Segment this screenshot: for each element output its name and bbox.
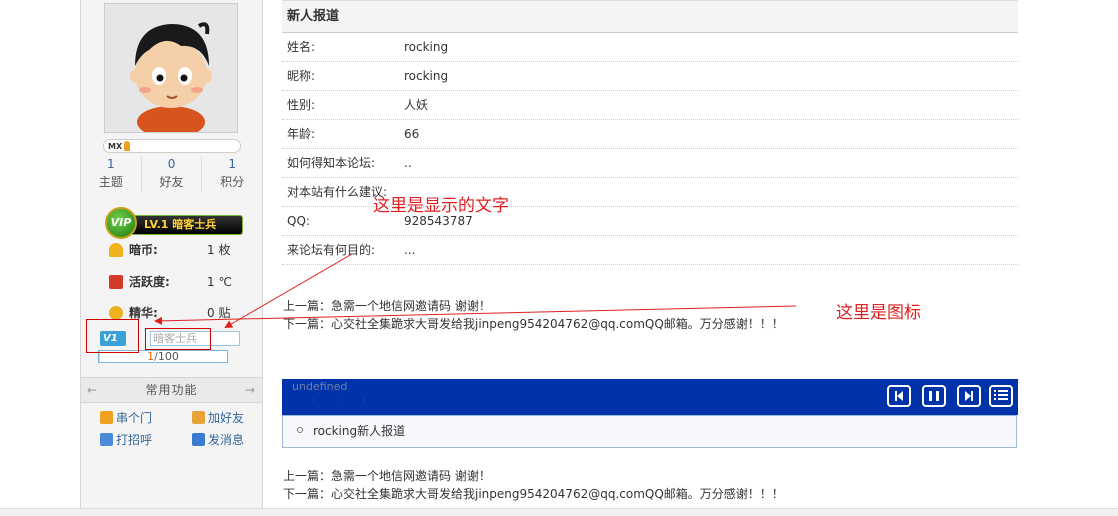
profile-label-coins: 暗币: <box>129 243 158 257</box>
stat-topics-num[interactable]: 1 <box>81 156 141 173</box>
playlist-button[interactable] <box>989 385 1013 407</box>
progress-current: 1 <box>147 350 155 363</box>
field-value: rocking <box>404 69 449 83</box>
func-greet-label[interactable]: 打招呼 <box>116 433 152 447</box>
vip-level-text: LV.1 暗客士兵 <box>144 218 217 231</box>
arrow-right-icon[interactable]: → <box>245 378 256 402</box>
profile-value-activity: 1 ℃ <box>207 275 232 289</box>
field-row-purpose: 来论坛有何目的: ... <box>282 236 1018 265</box>
add-friend-icon <box>192 411 205 424</box>
stat-friends-num[interactable]: 0 <box>142 156 202 173</box>
field-label: 年龄: <box>287 127 316 141</box>
func-greet[interactable]: 打招呼 <box>100 432 180 448</box>
greet-icon <box>100 433 113 446</box>
field-label: QQ: <box>287 214 310 228</box>
vip-icon: VIP <box>105 207 137 239</box>
vip-badge: LV.1 暗客士兵 VIP <box>105 207 243 239</box>
field-value: ... <box>404 243 416 257</box>
pause-button[interactable] <box>922 385 946 407</box>
user-sidebar: MX 1 主题 0 好友 1 积分 LV.1 暗客士兵 VIP 暗币: 1 枚 … <box>80 0 263 515</box>
field-row-gender: 性别: 人妖 <box>282 91 1018 120</box>
player-dots: · · · <box>312 396 375 405</box>
vip-badge-text: VIP <box>110 216 132 229</box>
stat-points-num[interactable]: 1 <box>202 156 262 173</box>
func-add-friend[interactable]: 加好友 <box>192 410 272 426</box>
arrow-left-icon[interactable]: ← <box>87 378 98 402</box>
stat-friends[interactable]: 0 好友 <box>142 156 203 192</box>
user-stats: 1 主题 0 好友 1 积分 <box>81 156 262 192</box>
home-icon <box>100 411 113 424</box>
player-undefined-text: undefined <box>292 380 348 393</box>
essence-icon <box>109 306 123 320</box>
profile-label-activity: 活跃度: <box>129 275 170 289</box>
field-row-age: 年龄: 66 <box>282 120 1018 149</box>
annotation-box-text <box>145 328 211 350</box>
func-visit-label[interactable]: 串个门 <box>116 411 152 425</box>
bullet-icon <box>297 427 303 433</box>
field-row-name: 姓名: rocking <box>282 33 1018 62</box>
field-value: 人妖 <box>404 98 429 112</box>
list-icon <box>994 390 1008 400</box>
common-functions-title: 常用功能 <box>145 383 198 397</box>
common-functions-header: ← 常用功能 → <box>81 377 262 403</box>
field-label: 性别: <box>287 98 316 112</box>
avatar[interactable] <box>104 3 238 133</box>
medal-bar: MX <box>103 139 241 153</box>
field-row-nickname: 昵称: rocking <box>282 62 1018 91</box>
field-row-source: 如何得知本论坛: .. <box>282 149 1018 178</box>
func-visit[interactable]: 串个门 <box>100 410 180 426</box>
progress-total: 100 <box>157 350 179 363</box>
profile-row-coins: 暗币: 1 枚 <box>109 241 249 259</box>
pause-icon <box>929 391 939 401</box>
flame-icon <box>124 141 130 151</box>
prev-thread-link[interactable]: 上一篇：急需一个地信网邀请码 谢谢！ <box>283 298 491 314</box>
level-progress-text: 1/100 <box>147 350 179 363</box>
medal-label: MX <box>108 142 123 151</box>
prev-thread-link-bottom[interactable]: 上一篇：急需一个地信网邀请码 谢谢！ <box>283 468 491 484</box>
annotation-icon-note: 这里是图标 <box>836 303 921 323</box>
func-add-friend-label[interactable]: 加好友 <box>208 411 244 425</box>
annotation-box-icon <box>86 319 139 353</box>
field-label: 如何得知本论坛: <box>287 156 376 170</box>
next-thread-link[interactable]: 下一篇：心交社全集跪求大哥发给我jinpeng954204762@qq.comQ… <box>283 316 784 332</box>
next-track-button[interactable] <box>957 385 981 407</box>
field-value: .. <box>404 156 412 170</box>
prev-track-button[interactable] <box>887 385 911 407</box>
next-track-icon <box>965 391 973 401</box>
coin-icon <box>109 243 123 257</box>
profile-value-essence: 0 贴 <box>207 306 231 320</box>
prev-track-icon <box>895 391 903 401</box>
field-label: 来论坛有何目的: <box>287 243 376 257</box>
profile-value-coins: 1 枚 <box>207 243 231 257</box>
stat-topics[interactable]: 1 主题 <box>81 156 142 192</box>
next-thread-link-bottom[interactable]: 下一篇：心交社全集跪求大哥发给我jinpeng954204762@qq.comQ… <box>283 486 784 502</box>
stat-points[interactable]: 1 积分 <box>202 156 262 192</box>
thread-title: 新人报道 <box>282 0 1018 33</box>
media-player: undefined · · · <box>282 379 1018 415</box>
profile-row-activity: 活跃度: 1 ℃ <box>109 273 249 291</box>
func-message-label[interactable]: 发消息 <box>208 433 244 447</box>
stat-friends-label: 好友 <box>159 175 184 189</box>
stat-points-label: 积分 <box>220 175 245 189</box>
field-label: 昵称: <box>287 69 316 83</box>
stat-topics-label: 主题 <box>98 175 123 189</box>
vip-level-bar: LV.1 暗客士兵 <box>129 215 243 235</box>
playlist-item[interactable]: rocking新人报道 <box>313 424 405 438</box>
annotation-text-note: 这里是显示的文字 <box>373 196 509 216</box>
field-label: 姓名: <box>287 40 316 54</box>
func-message[interactable]: 发消息 <box>192 432 272 448</box>
activity-icon <box>109 275 123 289</box>
field-value: 66 <box>404 127 420 141</box>
playlist: rocking新人报道 <box>282 415 1017 448</box>
message-icon <box>192 433 205 446</box>
field-value: rocking <box>404 40 449 54</box>
avatar-cartoon-icon <box>105 4 237 132</box>
